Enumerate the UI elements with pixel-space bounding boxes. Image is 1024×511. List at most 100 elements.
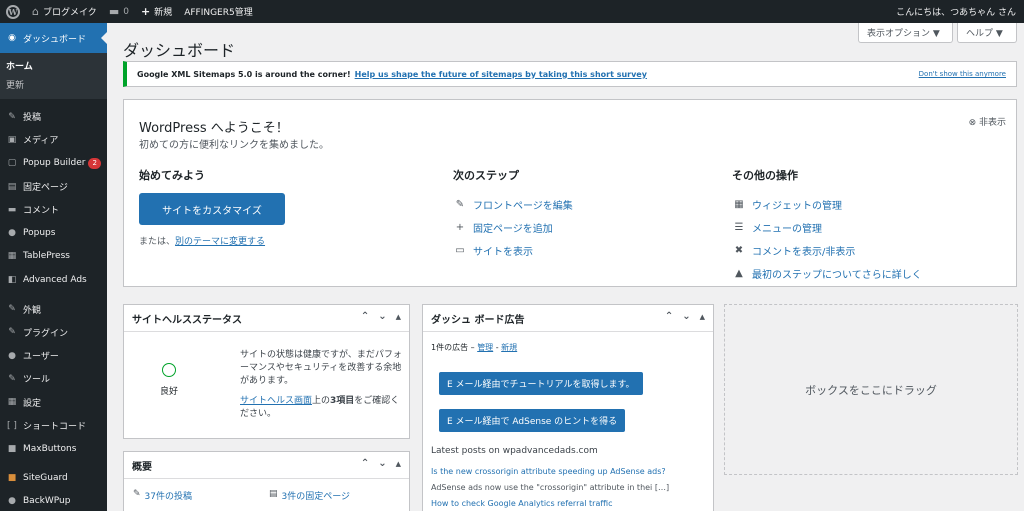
- pin-icon: ✎: [133, 489, 141, 499]
- collapse-toggle-icon[interactable]: ▲: [396, 460, 401, 469]
- add-page-link[interactable]: 固定ページを追加: [473, 220, 553, 235]
- view-site-row[interactable]: ▭ サイトを表示: [453, 239, 723, 262]
- site-health-link[interactable]: サイトヘルス画面: [240, 396, 312, 406]
- manage-widgets-row[interactable]: ▦ ウィジェットの管理: [732, 193, 1012, 216]
- update-count-badge: 2: [88, 157, 101, 169]
- dashboard-submenu: ホーム 更新: [0, 53, 107, 99]
- sidebar-item-posts[interactable]: ✎ 投稿: [0, 105, 107, 128]
- wordpress-logo-button[interactable]: W: [0, 0, 26, 23]
- move-up-icon[interactable]: ⌃: [361, 311, 369, 322]
- widget-header: 概要 ⌃ ⌄ ▲: [124, 452, 409, 479]
- learn-more-row[interactable]: ▲ 最初のステップについてさらに詳しく: [732, 262, 1012, 285]
- learn-more-link[interactable]: 最初のステップについてさらに詳しく: [752, 266, 922, 281]
- maxbuttons-icon: ■: [7, 443, 17, 454]
- backwpup-icon: ●: [8, 496, 16, 507]
- admin-sidebar: ◉ ダッシュボード ホーム 更新 ✎ 投稿 ▣ メディア ▢ Popup Builde…: [0, 23, 107, 511]
- widget-controls: ⌃ ⌄ ▲: [361, 458, 401, 469]
- latest-post-link[interactable]: How to check Google Analytics referral t…: [431, 499, 613, 508]
- pages-count-row[interactable]: ▤ 3件の固定ページ: [269, 489, 350, 502]
- sidebar-item-dashboard[interactable]: ◉ ダッシュボード: [0, 23, 107, 53]
- sidebar-item-shortcodes[interactable]: [ ] ショートコード: [0, 414, 107, 437]
- sidebar-item-popup-builder[interactable]: ▢ Popup Builder 2: [0, 152, 107, 175]
- get-started-heading: 始めてみよう: [139, 169, 205, 182]
- sidebar-item-comments[interactable]: ▬ コメント: [0, 198, 107, 221]
- sidebar-item-plugins[interactable]: ✎ プラグイン: [0, 321, 107, 344]
- plugin-icon: ✎: [8, 327, 16, 338]
- sidebar-item-popups[interactable]: ● Popups: [0, 221, 107, 244]
- view-site-link[interactable]: サイトを表示: [473, 243, 533, 258]
- add-page-row[interactable]: + 固定ページを追加: [453, 216, 723, 239]
- comment-icon: ▬: [108, 5, 120, 18]
- sidebar-item-advanced-ads[interactable]: ◧ Advanced Ads: [0, 268, 107, 291]
- comments-link[interactable]: ▬ 0: [103, 0, 135, 23]
- sidebar-item-appearance[interactable]: ✎ 外観: [0, 297, 107, 320]
- sidebar-item-users[interactable]: ● ユーザー: [0, 344, 107, 367]
- manage-ads-link[interactable]: 管理: [477, 343, 493, 352]
- move-down-icon[interactable]: ⌄: [378, 458, 386, 469]
- comment-icon: ▬: [7, 204, 17, 215]
- move-down-icon[interactable]: ⌄: [682, 311, 690, 322]
- move-up-icon[interactable]: ⌃: [361, 458, 369, 469]
- move-down-icon[interactable]: ⌄: [378, 311, 386, 322]
- adsense-tips-button[interactable]: E メール経由で AdSense のヒントを得る: [439, 409, 626, 432]
- ads-icon: ◧: [7, 274, 17, 285]
- sidebar-item-maxbuttons[interactable]: ■ MaxButtons: [0, 437, 107, 460]
- notice-text: Google XML Sitemaps 5.0 is around the co…: [137, 69, 351, 79]
- widget-drop-zone[interactable]: ボックスをここにドラッグ: [724, 304, 1018, 475]
- manage-menus-row[interactable]: ☰ メニューの管理: [732, 216, 1012, 239]
- sidebar-item-settings[interactable]: ▦ 設定: [0, 391, 107, 414]
- manage-widgets-link[interactable]: ウィジェットの管理: [752, 197, 842, 212]
- submenu-home[interactable]: ホーム: [0, 56, 107, 75]
- customize-site-button[interactable]: サイトをカスタマイズ: [139, 193, 285, 225]
- pages-count-link[interactable]: 3件の固定ページ: [282, 489, 351, 502]
- sidebar-item-tablepress[interactable]: ▦ TablePress: [0, 245, 107, 268]
- at-a-glance-widget: 概要 ⌃ ⌄ ▲ ✎ 37件の投稿 ▤ 3件の固定ページ: [123, 451, 410, 511]
- screen-options-button[interactable]: 表示オプション ▼: [858, 23, 953, 43]
- new-ad-link[interactable]: 新規: [501, 343, 517, 352]
- sidebar-item-media[interactable]: ▣ メディア: [0, 128, 107, 151]
- sidebar-item-siteguard[interactable]: ■ SiteGuard: [0, 466, 107, 489]
- posts-count-link[interactable]: 37件の投稿: [145, 489, 192, 502]
- site-name-link[interactable]: ⌂ ブログメイク: [26, 0, 103, 23]
- page-icon: ▤: [269, 489, 278, 499]
- collapse-toggle-icon[interactable]: ▲: [700, 313, 705, 322]
- new-content-link[interactable]: + 新規: [135, 0, 178, 23]
- sidebar-item-pages[interactable]: ▤ 固定ページ: [0, 175, 107, 198]
- ads-widget-title: ダッシュ ボード広告: [431, 314, 525, 326]
- survey-link[interactable]: Help us shape the future of sitemaps by …: [355, 70, 647, 79]
- popup-icon: ▢: [7, 158, 17, 169]
- toggle-comments-row[interactable]: ✖ コメントを表示/非表示: [732, 239, 1012, 262]
- admin-bar: W ⌂ ブログメイク ▬ 0 + 新規 AFFINGER5管理 こんにちは、つあちゃん…: [0, 0, 1024, 23]
- edit-front-page-link[interactable]: フロントページを編集: [473, 197, 573, 212]
- collapse-toggle-icon[interactable]: ▲: [396, 313, 401, 322]
- settings-icon: ▦: [7, 397, 17, 408]
- edit-front-page-row[interactable]: ✎ フロントページを編集: [453, 193, 723, 216]
- move-up-icon[interactable]: ⌃: [665, 311, 673, 322]
- health-description: サイトの状態は健康ですが、まだパフォーマンスやセキュリティを改善する余地がありま…: [240, 350, 402, 386]
- sitemap-notice: Google XML Sitemaps 5.0 is around the co…: [123, 61, 1017, 87]
- sidebar-item-tools[interactable]: ✎ ツール: [0, 367, 107, 390]
- home-icon: ⌂: [32, 5, 39, 18]
- widget-controls: ⌃ ⌄ ▲: [361, 311, 401, 322]
- manage-menus-link[interactable]: メニューの管理: [752, 220, 822, 235]
- sidebar-item-backwpup[interactable]: ● BackWPup: [0, 490, 107, 511]
- shortcode-icon: [ ]: [7, 420, 17, 431]
- change-theme-link[interactable]: 別のテーマに変更する: [175, 237, 265, 247]
- help-button[interactable]: ヘルプ ▼: [957, 23, 1017, 43]
- dismiss-welcome-link[interactable]: ⊗ 非表示: [969, 115, 1006, 128]
- tutorial-email-button[interactable]: E メール経由でチュートリアルを取得します。: [439, 372, 643, 395]
- media-icon: ▣: [7, 134, 17, 145]
- dismiss-notice-link[interactable]: Don't show this anymore: [919, 70, 1006, 78]
- page-title: ダッシュボード: [123, 41, 236, 60]
- posts-count-row[interactable]: ✎ 37件の投稿: [133, 489, 192, 502]
- toggle-comments-link[interactable]: コメントを表示/非表示: [752, 243, 855, 258]
- table-icon: ▦: [7, 251, 17, 262]
- submenu-updates[interactable]: 更新: [0, 75, 107, 94]
- latest-post-link[interactable]: Is the new crossorigin attribute speedin…: [431, 467, 666, 476]
- affinger-admin-link[interactable]: AFFINGER5管理: [178, 0, 259, 23]
- welcome-panel: WordPress へようこそ！ 初めての方に便利なリンクを集めました。 ⊗ 非…: [123, 99, 1017, 287]
- widget-header: ダッシュ ボード広告 ⌃ ⌄ ▲: [423, 305, 713, 332]
- account-greeting[interactable]: こんにちは、つあちゃん さん: [890, 0, 1024, 23]
- welcome-column-get-started: 始めてみよう サイトをカスタマイズ または、別のテーマに変更する: [139, 167, 439, 247]
- widget-controls: ⌃ ⌄ ▲: [665, 311, 705, 322]
